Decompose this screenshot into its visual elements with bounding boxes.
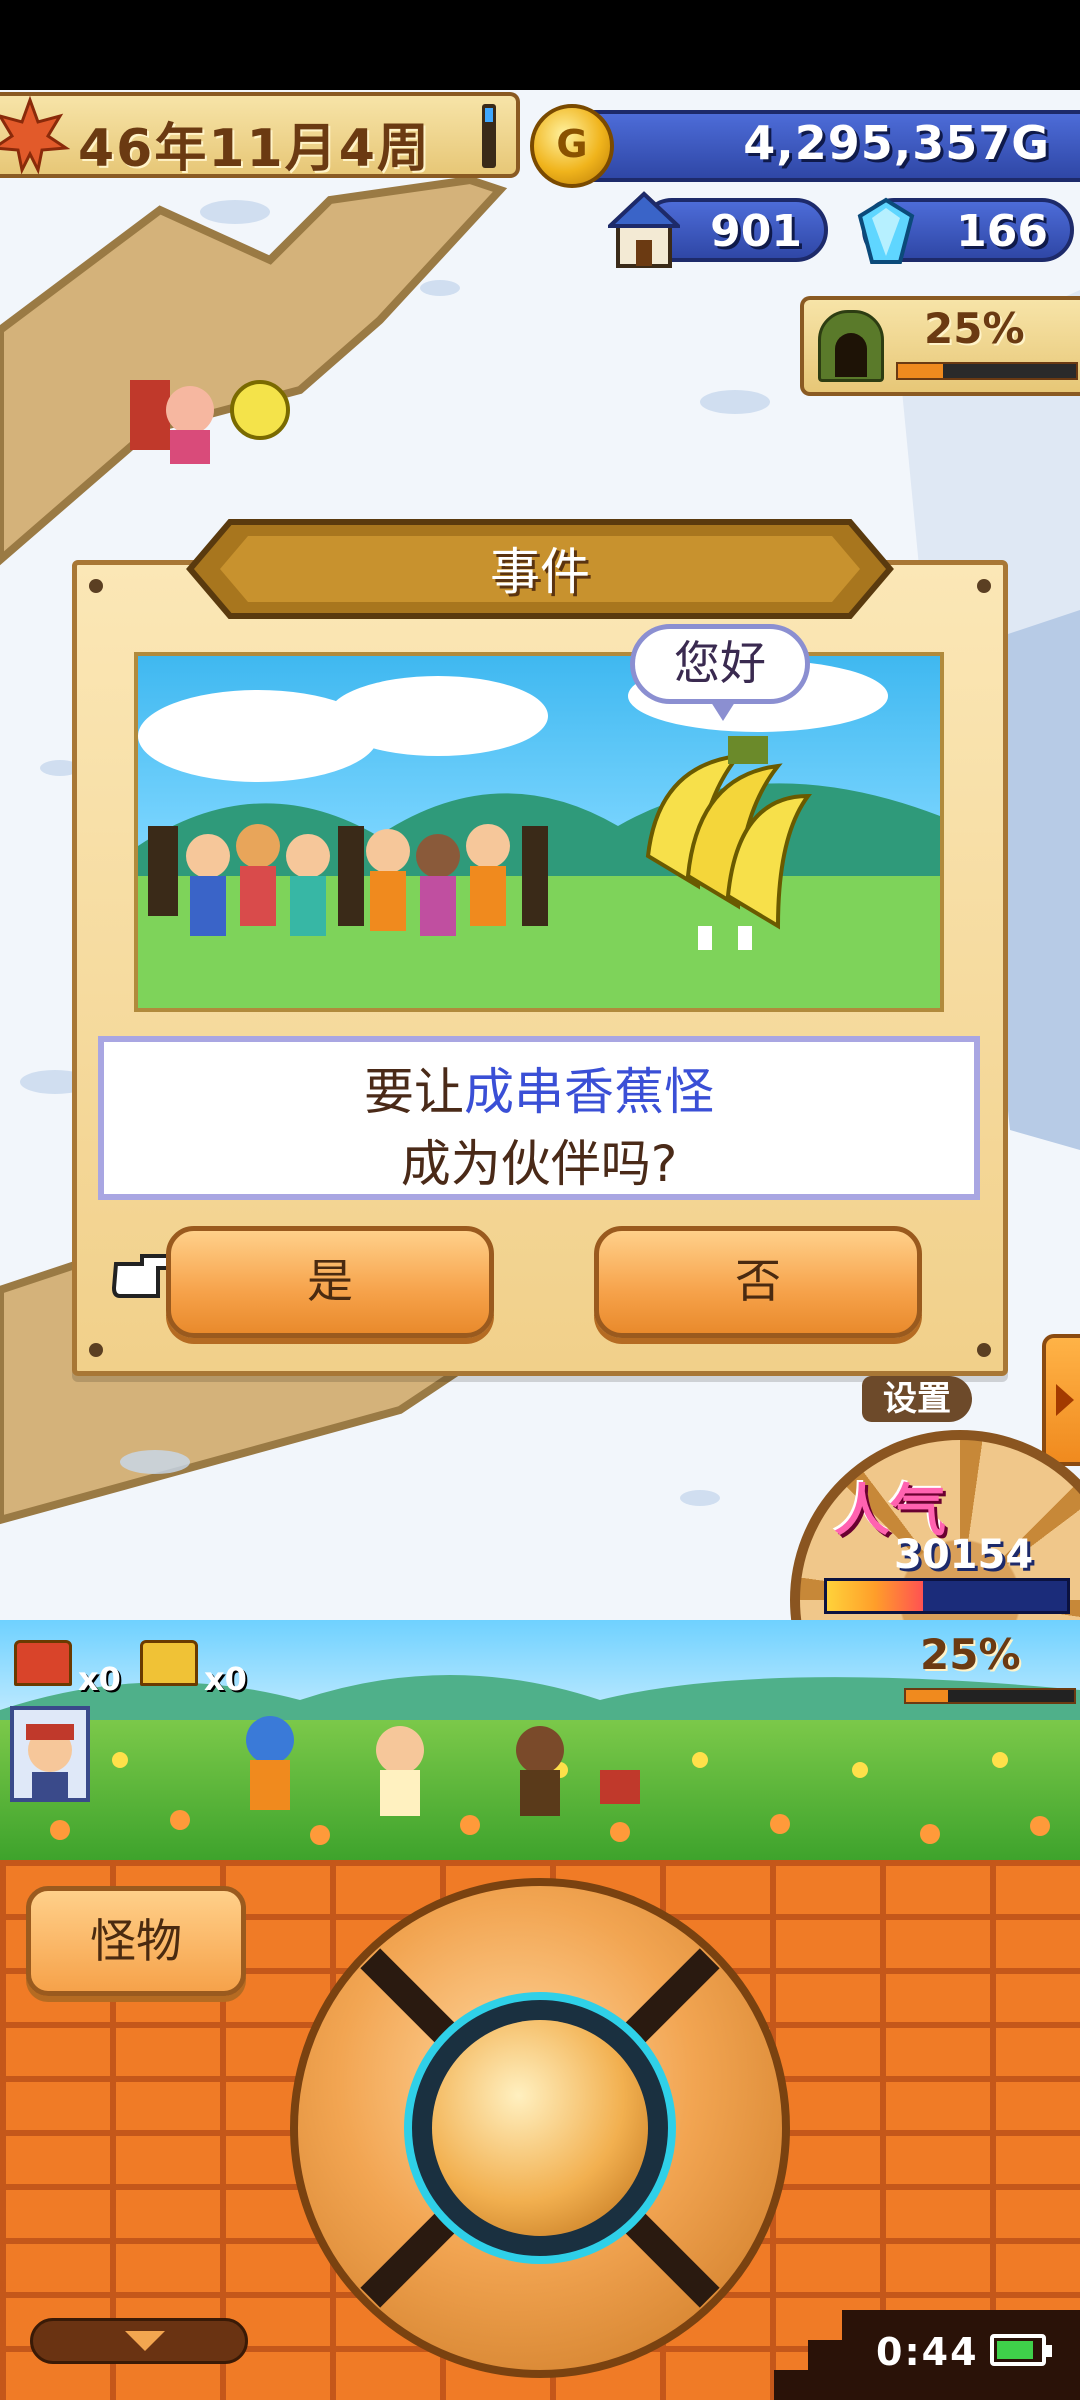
dungeon-progress-bar (896, 362, 1078, 380)
gold-chest-icon (140, 1640, 198, 1686)
side-menu-arrow-button[interactable] (1042, 1334, 1080, 1466)
date-panel: 46年11月4周 (0, 92, 520, 179)
crystal-count: 166 (956, 206, 1048, 257)
strip-percent: 25% (920, 1630, 1021, 1679)
settings-button[interactable]: 设置 (862, 1376, 972, 1422)
monster-name: 成串香蕉怪 (464, 1063, 714, 1121)
dungeon-percent: 25% (924, 304, 1025, 353)
gold-coin-icon: G (530, 104, 614, 188)
clock: 0:44 (876, 2330, 979, 2374)
strip-progress-fill (906, 1690, 948, 1702)
event-message-box: 要让成串香蕉怪 成为伙伴吗? (98, 1036, 980, 1200)
battery-icon (990, 2334, 1052, 2366)
cave-icon (818, 310, 884, 382)
popularity-value: 30154 (894, 1532, 1034, 1578)
crystal-icon (857, 197, 915, 264)
party-members-sprite (246, 1716, 640, 1816)
house-icon (608, 191, 680, 268)
adventurer-group-sprite (148, 824, 548, 936)
maple-leaf-icon (0, 95, 70, 174)
message-prefix: 要让 (364, 1063, 464, 1121)
rivet (89, 579, 103, 593)
red-chest-count: x0 (78, 1660, 121, 1698)
yes-button[interactable]: 是 (166, 1226, 494, 1338)
red-chest-icon (14, 1640, 72, 1686)
menu-toggle-button[interactable] (30, 2318, 248, 2364)
dungeon-progress-fill (898, 364, 943, 378)
party-march-strip: x0 x0 25% (0, 1620, 1080, 1860)
event-scene-image (134, 652, 944, 1012)
rivet (89, 1343, 103, 1357)
leader-portrait[interactable] (10, 1706, 90, 1802)
game-date: 46年11月4周 (78, 119, 431, 179)
dungeon-progress-panel[interactable]: 25% (800, 296, 1080, 396)
date-progress-bar (482, 104, 496, 168)
message-line-2: 成为伙伴吗? (400, 1135, 678, 1193)
dialog-title: 事件 (490, 543, 590, 601)
monster-button[interactable]: 怪物 (26, 1886, 246, 1996)
directional-pad[interactable] (290, 1878, 790, 2378)
popularity-fill (827, 1581, 923, 1611)
gold-chest-count: x0 (204, 1660, 247, 1698)
message-line-1: 要让成串香蕉怪 (104, 1052, 974, 1124)
house-count: 901 (710, 206, 802, 257)
strip-progress-bar (904, 1688, 1076, 1704)
dpad-center-button[interactable] (432, 2020, 648, 2236)
speech-bubble: 您好 (630, 624, 810, 721)
rivet (977, 1343, 991, 1357)
hero-party-sprite[interactable] (110, 350, 290, 470)
gold-amount: 4,295,357G (743, 116, 1050, 170)
popularity-bar (824, 1578, 1070, 1614)
rivet (977, 579, 991, 593)
no-button[interactable]: 否 (594, 1226, 922, 1338)
